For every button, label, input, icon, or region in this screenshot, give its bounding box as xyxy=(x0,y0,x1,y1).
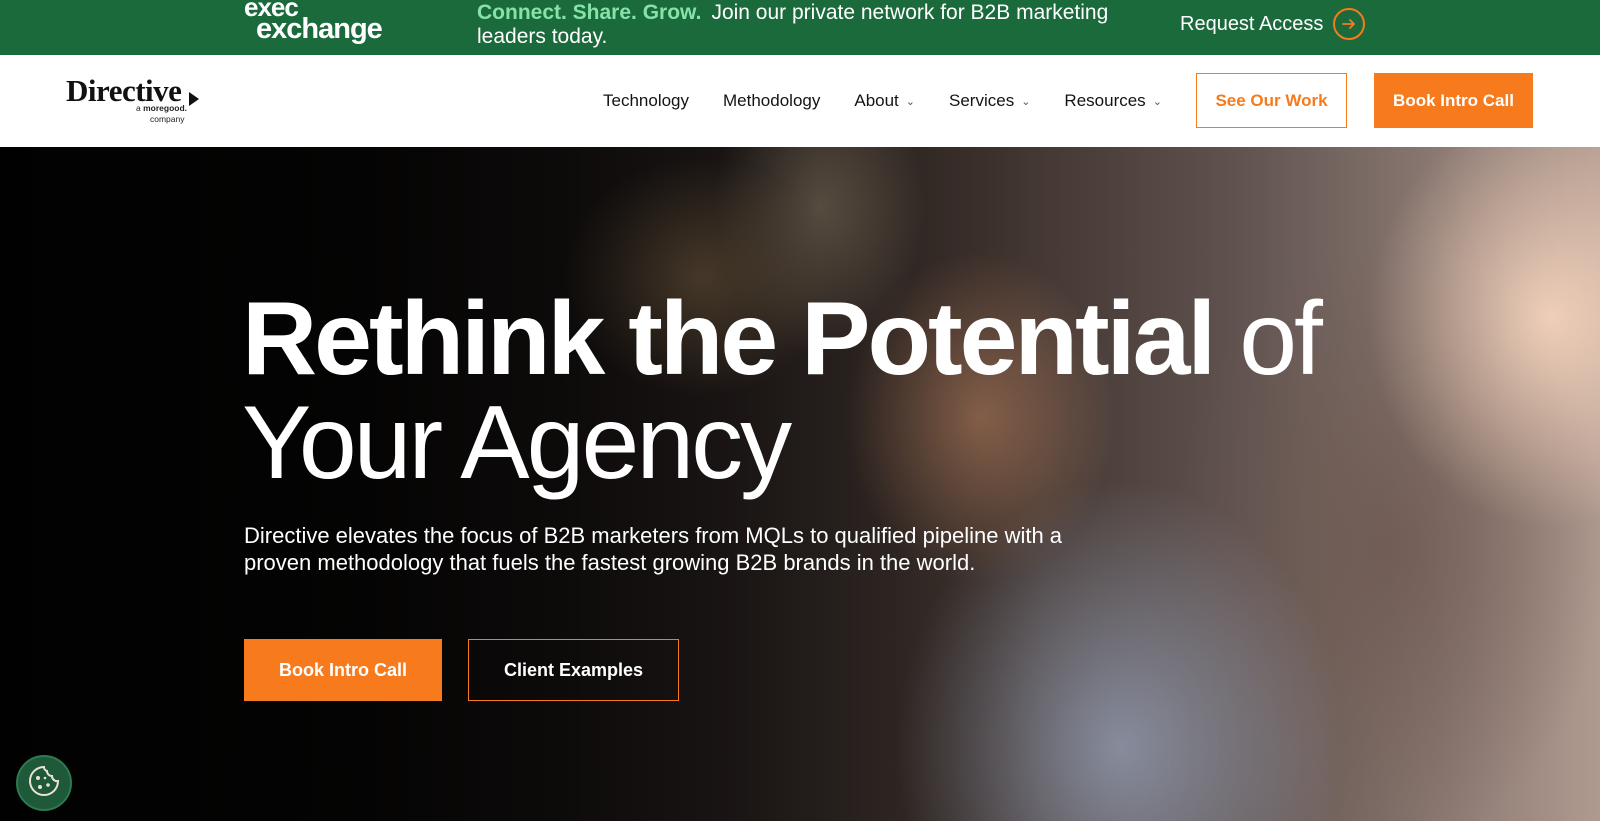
exec-logo-line2: exchange xyxy=(256,13,383,45)
nav-item-label: Resources xyxy=(1064,91,1146,110)
nav-menu: Technology Methodology About ⌄ Services … xyxy=(603,91,1162,111)
brand-sub-a: a xyxy=(136,103,141,113)
cookie-settings-button[interactable] xyxy=(16,755,72,811)
exec-exchange-logo[interactable]: exec exchange xyxy=(244,0,384,46)
client-examples-button[interactable]: Client Examples xyxy=(468,639,679,701)
promo-tagline: Connect. Share. Grow. xyxy=(477,1,702,24)
promo-text: Connect. Share. Grow. Join our private ne… xyxy=(477,1,1137,49)
main-navigation: Directive a moregood. company Technology… xyxy=(0,55,1600,147)
brand-subline: a moregood. xyxy=(136,104,187,113)
nav-item-resources[interactable]: Resources ⌄ xyxy=(1064,91,1161,111)
request-access-link[interactable]: Request Access xyxy=(1180,8,1366,40)
book-intro-call-nav-button[interactable]: Book Intro Call xyxy=(1374,73,1533,128)
book-intro-call-button[interactable]: Book Intro Call xyxy=(244,639,442,701)
nav-item-label: Methodology xyxy=(723,91,821,110)
hero-section: Rethink the Potential of Your Agency Dir… xyxy=(0,147,1600,821)
chevron-down-icon: ⌄ xyxy=(1021,95,1031,108)
cookie-icon xyxy=(27,764,61,803)
hero-title-light-1: of xyxy=(1239,281,1323,397)
nav-item-label: Services xyxy=(949,91,1015,110)
arrow-right-circle-icon xyxy=(1333,8,1366,40)
hero-subtitle: Directive elevates the focus of B2B mark… xyxy=(244,523,1063,575)
nav-item-methodology[interactable]: Methodology xyxy=(723,91,820,111)
directive-logo[interactable]: Directive a moregood. company xyxy=(66,75,206,127)
hero-title-light-2: Your Agency xyxy=(242,385,792,501)
logo-arrow-icon xyxy=(189,92,199,106)
nav-item-services[interactable]: Services ⌄ xyxy=(949,91,1030,111)
request-access-label: Request Access xyxy=(1180,12,1324,35)
brand-sub-company: company xyxy=(150,114,185,124)
hero-title-bold: Rethink the Potential xyxy=(242,281,1216,397)
hero-title: Rethink the Potential of Your Agency xyxy=(242,287,1342,495)
see-our-work-button[interactable]: See Our Work xyxy=(1196,73,1347,128)
chevron-down-icon: ⌄ xyxy=(1152,95,1162,108)
nav-item-about[interactable]: About ⌄ xyxy=(854,91,915,111)
nav-item-label: Technology xyxy=(603,91,690,110)
nav-item-label: About xyxy=(854,91,899,110)
chevron-down-icon: ⌄ xyxy=(905,95,916,108)
nav-item-technology[interactable]: Technology xyxy=(603,91,689,111)
brand-sub-b: moregood. xyxy=(143,103,188,113)
promo-banner: exec exchange Connect. Share. Grow. Join … xyxy=(0,0,1600,55)
